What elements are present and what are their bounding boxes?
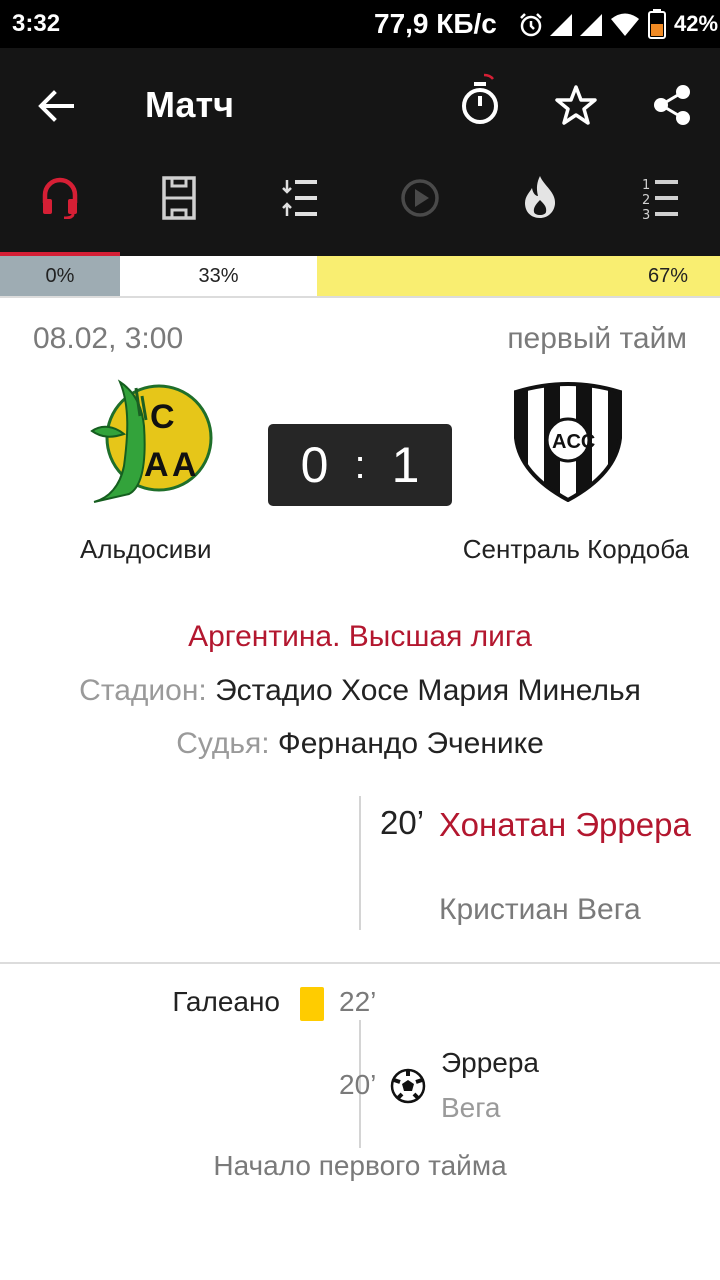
goal-scorer[interactable]: Эррера: [441, 1047, 539, 1079]
svg-text:1: 1: [642, 178, 650, 193]
vote-bar[interactable]: 0% 33% 67%: [0, 256, 720, 296]
home-team-name[interactable]: Альдосиви: [80, 534, 212, 565]
away-team-logo[interactable]: ACC: [512, 380, 624, 502]
status-bar: 3:32 77,9 КБ/с 42%: [0, 0, 720, 48]
svg-text:3: 3: [642, 208, 650, 220]
back-arrow-icon[interactable]: [36, 86, 76, 126]
signal-2-icon: [580, 14, 602, 36]
match-datetime: 08.02, 3:00: [33, 322, 184, 355]
battery-percent: 42%: [674, 11, 719, 36]
home-score: 0: [300, 437, 329, 493]
card-minute: 22’: [339, 986, 377, 1017]
away-team-name[interactable]: Сентраль Кордоба: [463, 534, 689, 565]
vote-draw-percent: 33%: [198, 265, 239, 287]
app-toolbar: [0, 48, 720, 256]
favorite-star-icon[interactable]: [555, 84, 597, 126]
svg-text:A: A: [172, 446, 197, 484]
vote-away-percent: 67%: [647, 265, 688, 287]
standings-icon[interactable]: 1 2 3: [642, 176, 680, 220]
timeline-line: [359, 796, 361, 930]
away-score: 1: [391, 437, 420, 493]
svg-text:C: C: [150, 398, 175, 436]
referee-row: Судья: Фернандо Эченике: [0, 727, 720, 761]
svg-text:A: A: [144, 446, 169, 484]
stopwatch-icon[interactable]: [458, 70, 502, 128]
alarm-icon: [520, 13, 542, 37]
vote-home-percent: 0%: [45, 265, 75, 287]
page-title: Матч: [145, 84, 234, 125]
score-box: 0 : 1: [268, 424, 452, 506]
goal-scorer[interactable]: Хонатан Эррера: [439, 804, 699, 846]
referee-label: Судья:: [176, 727, 270, 760]
status-time: 3:32: [12, 10, 61, 37]
vote-draw-segment[interactable]: 33%: [120, 256, 317, 296]
wifi-icon: [611, 13, 639, 36]
stadium-label: Стадион:: [79, 674, 207, 707]
referee-name: Фернандо Эченике: [277, 727, 544, 760]
share-icon[interactable]: [652, 84, 692, 126]
home-team-logo[interactable]: C A A: [84, 376, 216, 508]
stadium-name: Эстадио Хосе Мария Минелья: [215, 674, 641, 707]
goal-minute: 20’: [380, 804, 425, 841]
vote-away-segment[interactable]: 67%: [317, 256, 720, 296]
battery-icon: [648, 9, 666, 39]
kickoff-event: Начало первого тайма: [213, 1150, 507, 1181]
league-name[interactable]: Аргентина. Высшая лига: [0, 620, 720, 654]
divider: [0, 296, 720, 298]
events-list-icon[interactable]: [281, 178, 319, 218]
stadium-row: Стадион: Эстадио Хосе Мария Минелья: [0, 674, 720, 708]
goal-assist[interactable]: Вега: [441, 1092, 500, 1124]
yellow-card-icon: [300, 987, 324, 1021]
goal-assist[interactable]: Кристиан Вега: [439, 893, 641, 927]
card-player-name[interactable]: Галеано: [172, 986, 280, 1018]
divider: [0, 962, 720, 964]
svg-text:ACC: ACC: [552, 431, 595, 453]
fire-icon[interactable]: [522, 174, 558, 220]
network-speed: 77,9 КБ/с: [374, 8, 497, 39]
field-lineup-icon[interactable]: [162, 176, 196, 220]
play-video-icon[interactable]: [400, 178, 440, 218]
score-separator: :: [354, 442, 366, 487]
goal-minute: 20’: [339, 1069, 377, 1100]
match-period: первый тайм: [507, 322, 687, 355]
signal-icon: [550, 14, 572, 36]
svg-text:2: 2: [642, 193, 650, 208]
vote-home-segment[interactable]: 0%: [0, 256, 120, 296]
headset-icon[interactable]: [40, 175, 80, 219]
soccer-ball-icon: [390, 1068, 426, 1104]
